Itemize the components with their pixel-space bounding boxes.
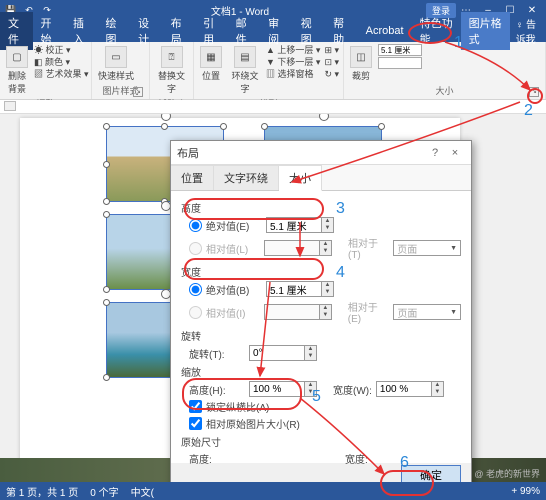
dialog-close-icon[interactable]: × — [445, 147, 465, 159]
rel-to-t-combo: 页面▼ — [393, 240, 461, 256]
dialog-help-icon[interactable]: ? — [425, 147, 445, 159]
close-icon[interactable]: ✕ — [522, 5, 542, 16]
section-original-size: 原始尺寸 — [181, 434, 461, 449]
rel-to-t-label: 相对于(T) — [348, 235, 389, 261]
dialog-tab-size[interactable]: 大小 — [279, 165, 322, 191]
rel-height-input — [264, 240, 320, 256]
dialog-title: 布局 — [177, 145, 425, 161]
height-field[interactable] — [378, 44, 422, 56]
horizontal-ruler[interactable] — [0, 100, 546, 114]
spin-down-icon[interactable]: ▼ — [322, 225, 333, 232]
size-dialog-launcher[interactable]: ↘ — [529, 87, 539, 97]
lock-aspect-label: 锁定纵横比(A) — [206, 399, 269, 414]
artistic-effects-button[interactable]: ▨ 艺术效果 ▾ — [34, 68, 89, 80]
ribbon-group-arrange: ▦位置 ▤环绕文字 ▲ 上移一层 ▾ ▼ 下移一层 ▾ ▥ 选择窗格 ⊞ ▾ ⊡… — [194, 42, 344, 99]
width-field[interactable] — [378, 57, 422, 69]
abs-height-radio[interactable] — [189, 219, 202, 232]
scale-w-label: 宽度(W): — [333, 382, 372, 397]
rotation-input[interactable] — [249, 345, 305, 361]
ruler-corner — [4, 101, 16, 111]
remove-background-button[interactable]: ▢删除背景 — [4, 44, 30, 97]
rotation-spinner[interactable]: ▲▼ — [249, 345, 317, 361]
section-rotate: 旋转 — [181, 328, 461, 343]
rel-to-e-label: 相对于(E) — [348, 299, 390, 325]
ribbon-group-picture-styles: ▭快速样式 图片样式 ↘ — [92, 42, 150, 99]
section-scale: 缩放 — [181, 364, 461, 379]
abs-width-spinner[interactable]: ▲▼ — [266, 281, 334, 297]
zoom-level[interactable]: + 99% — [511, 486, 540, 497]
abs-height-spinner[interactable]: ▲▼ — [266, 217, 334, 233]
scale-h-spinner[interactable]: ▲▼ — [249, 381, 317, 397]
scale-w-spinner[interactable]: ▲▼ — [376, 381, 444, 397]
ribbon-group-accessibility: ⍰替换文字 辅助功能 — [150, 42, 194, 99]
ribbon-group-size: ◫裁剪 大小 ↘ — [344, 42, 546, 99]
group-label-size: 大小 — [348, 84, 541, 98]
alt-text-button[interactable]: ⍰替换文字 — [154, 44, 189, 97]
dialog-titlebar[interactable]: 布局 ? × — [171, 141, 471, 165]
section-height: 高度 — [181, 200, 461, 215]
ribbon: ▢删除背景 ☀ 校正 ▾ ◧ 颜色 ▾ ▨ 艺术效果 ▾ 调整 ▭快速样式 图片… — [0, 42, 546, 100]
orig-h-label: 高度: — [189, 451, 245, 466]
rel-width-input — [264, 304, 320, 320]
scale-h-label: 高度(H): — [189, 382, 245, 397]
styles-dialog-launcher[interactable]: ↘ — [133, 87, 143, 97]
status-bar: 第 1 页，共 1 页 0 个字 中文( + 99% — [0, 482, 546, 500]
abs-width-label: 绝对值(B) — [206, 282, 262, 297]
relative-original-label: 相对原始图片大小(R) — [206, 416, 300, 431]
rotation-label: 旋转(T): — [189, 346, 245, 361]
dialog-tab-position[interactable]: 位置 — [171, 165, 214, 190]
selection-pane-button[interactable]: ▥ 选择窗格 — [266, 68, 320, 80]
rotate-handle-icon[interactable] — [319, 114, 329, 121]
group-button[interactable]: ⊡ ▾ — [324, 56, 339, 68]
crop-button[interactable]: ◫裁剪 — [348, 44, 374, 84]
spin-down-icon[interactable]: ▼ — [322, 289, 333, 296]
spin-up-icon[interactable]: ▲ — [322, 282, 333, 289]
abs-width-radio[interactable] — [189, 283, 202, 296]
spin-up-icon[interactable]: ▲ — [322, 218, 333, 225]
ribbon-tabs: 文件 开始 插入 绘图 设计 布局 引用 邮件 审阅 视图 帮助 Acrobat… — [0, 20, 546, 42]
scale-h-input[interactable] — [249, 381, 305, 397]
rel-width-radio — [189, 306, 202, 319]
tab-acrobat[interactable]: Acrobat — [358, 22, 412, 40]
language-status[interactable]: 中文( — [131, 484, 154, 499]
dialog-body: 高度 绝对值(E) ▲▼ 相对值(L) ▲▼ 相对于(T) 页面▼ 宽度 绝对值… — [171, 191, 471, 463]
align-button[interactable]: ⊞ ▾ — [324, 44, 339, 56]
lock-aspect-checkbox[interactable] — [189, 400, 202, 413]
abs-height-label: 绝对值(E) — [206, 218, 262, 233]
rel-height-radio — [189, 242, 202, 255]
watermark: @ 老虎的新世界 — [474, 467, 540, 480]
rel-height-label: 相对值(L) — [206, 241, 260, 256]
relative-original-checkbox[interactable] — [189, 417, 202, 430]
rel-to-e-combo: 页面▼ — [393, 304, 461, 320]
rotate-handle-icon[interactable] — [161, 114, 171, 121]
corrections-button[interactable]: ☀ 校正 ▾ — [34, 44, 89, 56]
word-count[interactable]: 0 个字 — [90, 484, 118, 499]
quick-styles-button[interactable]: ▭快速样式 — [96, 44, 136, 84]
page-status[interactable]: 第 1 页，共 1 页 — [6, 484, 78, 499]
section-width: 宽度 — [181, 264, 461, 279]
bring-forward-button[interactable]: ▲ 上移一层 ▾ — [266, 44, 320, 56]
orig-w-label: 宽度: — [345, 451, 368, 466]
position-button[interactable]: ▦位置 — [198, 44, 224, 84]
dialog-tabs: 位置 文字环绕 大小 — [171, 165, 471, 191]
abs-height-input[interactable] — [266, 217, 322, 233]
layout-dialog: 布局 ? × 位置 文字环绕 大小 高度 绝对值(E) ▲▼ 相对值(L) ▲▼… — [170, 140, 472, 492]
dialog-tab-wrap[interactable]: 文字环绕 — [214, 165, 279, 190]
rel-width-label: 相对值(I) — [206, 305, 260, 320]
rotate-button[interactable]: ↻ ▾ — [324, 68, 339, 80]
abs-width-input[interactable] — [266, 281, 322, 297]
ribbon-group-adjust: ▢删除背景 ☀ 校正 ▾ ◧ 颜色 ▾ ▨ 艺术效果 ▾ 调整 — [0, 42, 92, 99]
scale-w-input[interactable] — [376, 381, 432, 397]
color-button[interactable]: ◧ 颜色 ▾ — [34, 56, 89, 68]
send-backward-button[interactable]: ▼ 下移一层 ▾ — [266, 56, 320, 68]
wrap-text-button[interactable]: ▤环绕文字 — [228, 44, 262, 97]
